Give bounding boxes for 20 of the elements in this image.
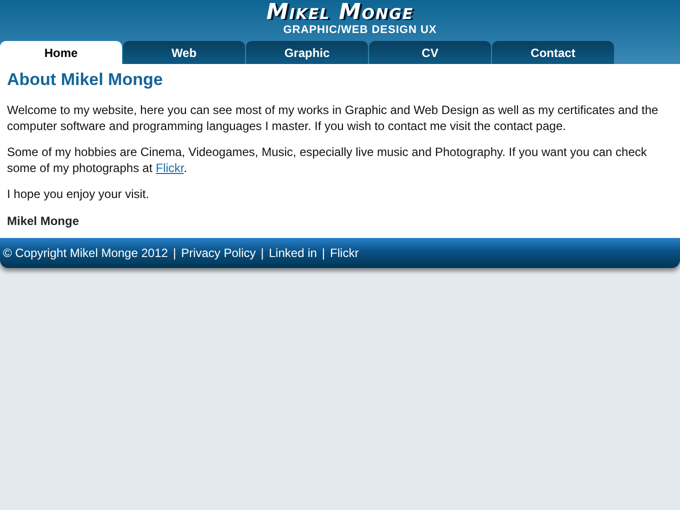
- nav-tab[interactable]: Web: [123, 41, 245, 64]
- footer-link[interactable]: Linked in: [268, 244, 317, 262]
- paragraph: Some of my hobbies are Cinema, Videogames, Music, especially live music and Photography. If you want you can check some of my photographs at Flickr.: [7, 144, 648, 176]
- copyright-text: © Copyright Mikel Monge 2012: [3, 245, 168, 262]
- footer-link[interactable]: Flickr: [330, 244, 359, 262]
- signature: Mikel Monge: [7, 213, 80, 230]
- separator: |: [260, 245, 264, 262]
- logo-text: Mikel Monge: [266, 2, 414, 24]
- tagline: GRAPHIC/WEB DESIGN UX: [283, 24, 437, 36]
- footer-link[interactable]: Privacy Policy: [181, 244, 256, 262]
- nav-tab[interactable]: Home: [0, 41, 122, 64]
- nav-tab[interactable]: CV: [369, 41, 491, 64]
- nav-tab[interactable]: Contact: [492, 41, 614, 64]
- flickr-link[interactable]: Flickr: [156, 161, 184, 176]
- paragraph: Welcome to my website, here you can see most of my works in Graphic and Web Design as well as my certificates and the computer software and programming languages I master. If you wish to contact me visit the contact page.: [7, 102, 660, 134]
- separator: |: [172, 245, 176, 262]
- nav-tab[interactable]: Graphic: [246, 41, 368, 64]
- paragraph: I hope you enjoy your visit.: [7, 186, 150, 202]
- page-heading: About Mikel Monge: [7, 70, 164, 90]
- separator: |: [322, 245, 326, 262]
